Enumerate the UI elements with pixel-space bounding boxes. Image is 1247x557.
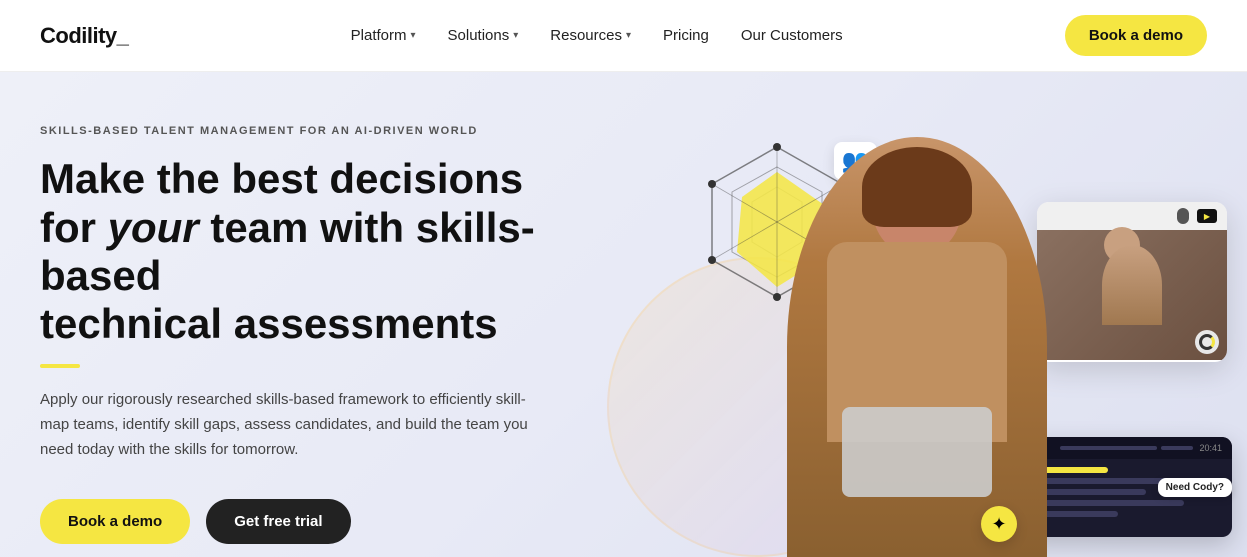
nav-link-solutions[interactable]: Solutions ▾ <box>436 19 531 52</box>
hero-content: SKILLS-BASED TALENT MANAGEMENT FOR AN AI… <box>40 125 600 543</box>
chevron-down-icon: ▾ <box>411 30 416 41</box>
chevron-down-icon: ▾ <box>513 30 518 41</box>
nav-link-resources[interactable]: Resources ▾ <box>538 19 643 52</box>
chevron-down-icon: ▾ <box>626 30 631 41</box>
nav-link-customers[interactable]: Our Customers <box>729 19 855 52</box>
woman-image <box>762 117 1072 557</box>
nav-item-customers[interactable]: Our Customers <box>729 19 855 52</box>
nav-item-resources[interactable]: Resources ▾ <box>538 19 643 52</box>
video-time: 20:41 <box>1199 443 1222 453</box>
navbar: Codility_ Platform ▾ Solutions ▾ Resourc… <box>0 0 1247 72</box>
person-silhouette <box>1102 245 1162 325</box>
nav-item-solutions[interactable]: Solutions ▾ <box>436 19 531 52</box>
book-demo-nav-button[interactable]: Book a demo <box>1065 15 1207 56</box>
nav-links: Platform ▾ Solutions ▾ Resources ▾ Prici… <box>339 19 855 52</box>
nav-link-pricing[interactable]: Pricing <box>651 19 721 52</box>
brand-logo[interactable]: Codility_ <box>40 23 128 49</box>
book-demo-hero-button[interactable]: Book a demo <box>40 499 190 544</box>
cody-bubble: Need Cody? <box>1158 478 1232 497</box>
nav-link-platform[interactable]: Platform ▾ <box>339 19 428 52</box>
hero-description: Apply our rigorously researched skills-b… <box>40 388 540 462</box>
camera-icon: ▶ <box>1197 209 1217 223</box>
hero-section: SKILLS-BASED TALENT MANAGEMENT FOR AN AI… <box>0 72 1247 557</box>
ai-assistant-button[interactable]: ✦ <box>981 506 1017 542</box>
nav-item-pricing[interactable]: Pricing <box>651 19 721 52</box>
nav-item-platform[interactable]: Platform ▾ <box>339 19 428 52</box>
star-icon: ✦ <box>991 514 1006 535</box>
get-free-trial-button[interactable]: Get free trial <box>206 499 350 544</box>
microphone-icon <box>1177 208 1189 224</box>
hero-eyebrow: SKILLS-BASED TALENT MANAGEMENT FOR AN AI… <box>40 125 600 137</box>
hero-title: Make the best decisions for your team wi… <box>40 155 600 348</box>
hero-divider <box>40 364 80 368</box>
hero-buttons: Book a demo Get free trial <box>40 499 600 544</box>
hero-visuals: 👥 <box>587 72 1247 557</box>
